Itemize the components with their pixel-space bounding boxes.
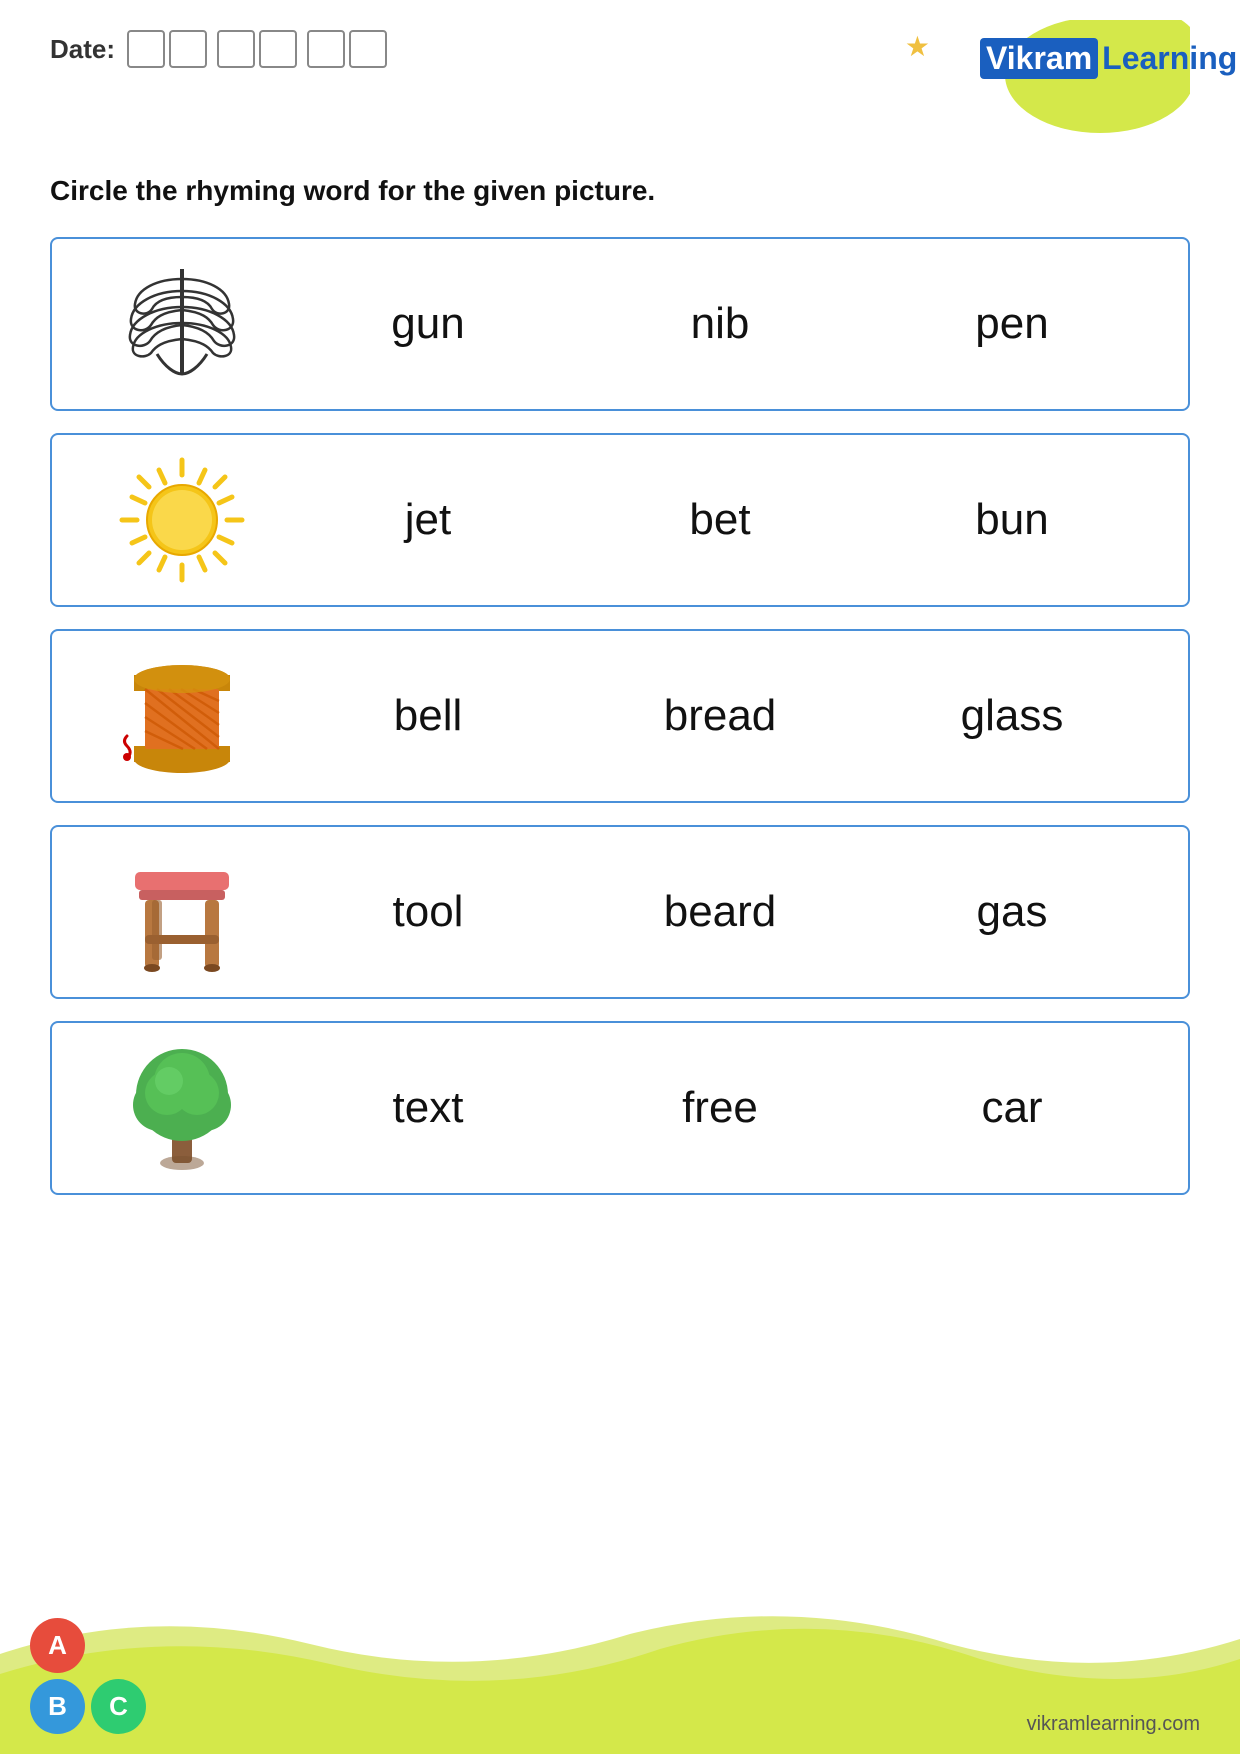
date-box-6[interactable] [349, 30, 387, 68]
words-cell-1: gun nib pen [282, 299, 1158, 349]
word-2-2[interactable]: bet [645, 495, 795, 545]
date-box-4[interactable] [259, 30, 297, 68]
word-3-3[interactable]: glass [937, 691, 1087, 741]
word-3-2[interactable]: bread [645, 691, 795, 741]
sun-icon [117, 455, 247, 585]
date-box-1[interactable] [127, 30, 165, 68]
word-4-3[interactable]: gas [937, 887, 1087, 937]
content-area: gun nib pen [0, 227, 1240, 1227]
row-5: text free car [50, 1021, 1190, 1195]
date-box-group-2 [217, 30, 297, 68]
words-cell-2: jet bet bun [282, 495, 1158, 545]
word-5-3[interactable]: car [937, 1083, 1087, 1133]
logo-learning: Learning [1102, 40, 1237, 77]
date-boxes [127, 30, 387, 68]
date-box-2[interactable] [169, 30, 207, 68]
ribs-icon [117, 259, 247, 389]
date-label: Date: [50, 34, 115, 65]
footer-url: vikramlearning.com [1027, 1713, 1200, 1736]
image-cell-4 [82, 847, 282, 977]
row-3: bell bread glass [50, 629, 1190, 803]
image-cell-2 [82, 455, 282, 585]
star-decoration: ★ [905, 30, 930, 63]
words-cell-5: text free car [282, 1083, 1158, 1133]
block-b: B [30, 1679, 85, 1734]
image-cell-3 [82, 651, 282, 781]
image-cell-5 [82, 1043, 282, 1173]
logo: Vikram Learning [980, 38, 1237, 79]
word-4-2[interactable]: beard [645, 887, 795, 937]
instruction: Circle the rhyming word for the given pi… [0, 155, 1240, 227]
date-box-group-3 [307, 30, 387, 68]
word-3-1[interactable]: bell [353, 691, 503, 741]
date-box-5[interactable] [307, 30, 345, 68]
block-c: C [91, 1679, 146, 1734]
stool-icon [117, 847, 247, 977]
word-4-1[interactable]: tool [353, 887, 503, 937]
words-cell-4: tool beard gas [282, 887, 1158, 937]
date-box-3[interactable] [217, 30, 255, 68]
word-1-1[interactable]: gun [353, 299, 503, 349]
word-5-2[interactable]: free [645, 1083, 795, 1133]
row-2: jet bet bun [50, 433, 1190, 607]
image-cell-1 [82, 259, 282, 389]
footer: A B C vikramlearning.com [0, 1594, 1240, 1754]
date-area: Date: [50, 30, 387, 68]
footer-abc: A B C [30, 1618, 146, 1734]
header: Date: Vikram Learning [0, 0, 1240, 155]
row-1: gun nib pen [50, 237, 1190, 411]
tree-icon [117, 1043, 247, 1173]
word-2-3[interactable]: bun [937, 495, 1087, 545]
word-1-2[interactable]: nib [645, 299, 795, 349]
word-2-1[interactable]: jet [353, 495, 503, 545]
words-cell-3: bell bread glass [282, 691, 1158, 741]
logo-vikram: Vikram [980, 38, 1098, 79]
word-1-3[interactable]: pen [937, 299, 1087, 349]
block-a: A [30, 1618, 85, 1673]
row-4: tool beard gas [50, 825, 1190, 999]
date-box-group-1 [127, 30, 207, 68]
spool-icon [117, 651, 247, 781]
word-5-1[interactable]: text [353, 1083, 503, 1133]
logo-container: Vikram Learning [950, 20, 1190, 145]
